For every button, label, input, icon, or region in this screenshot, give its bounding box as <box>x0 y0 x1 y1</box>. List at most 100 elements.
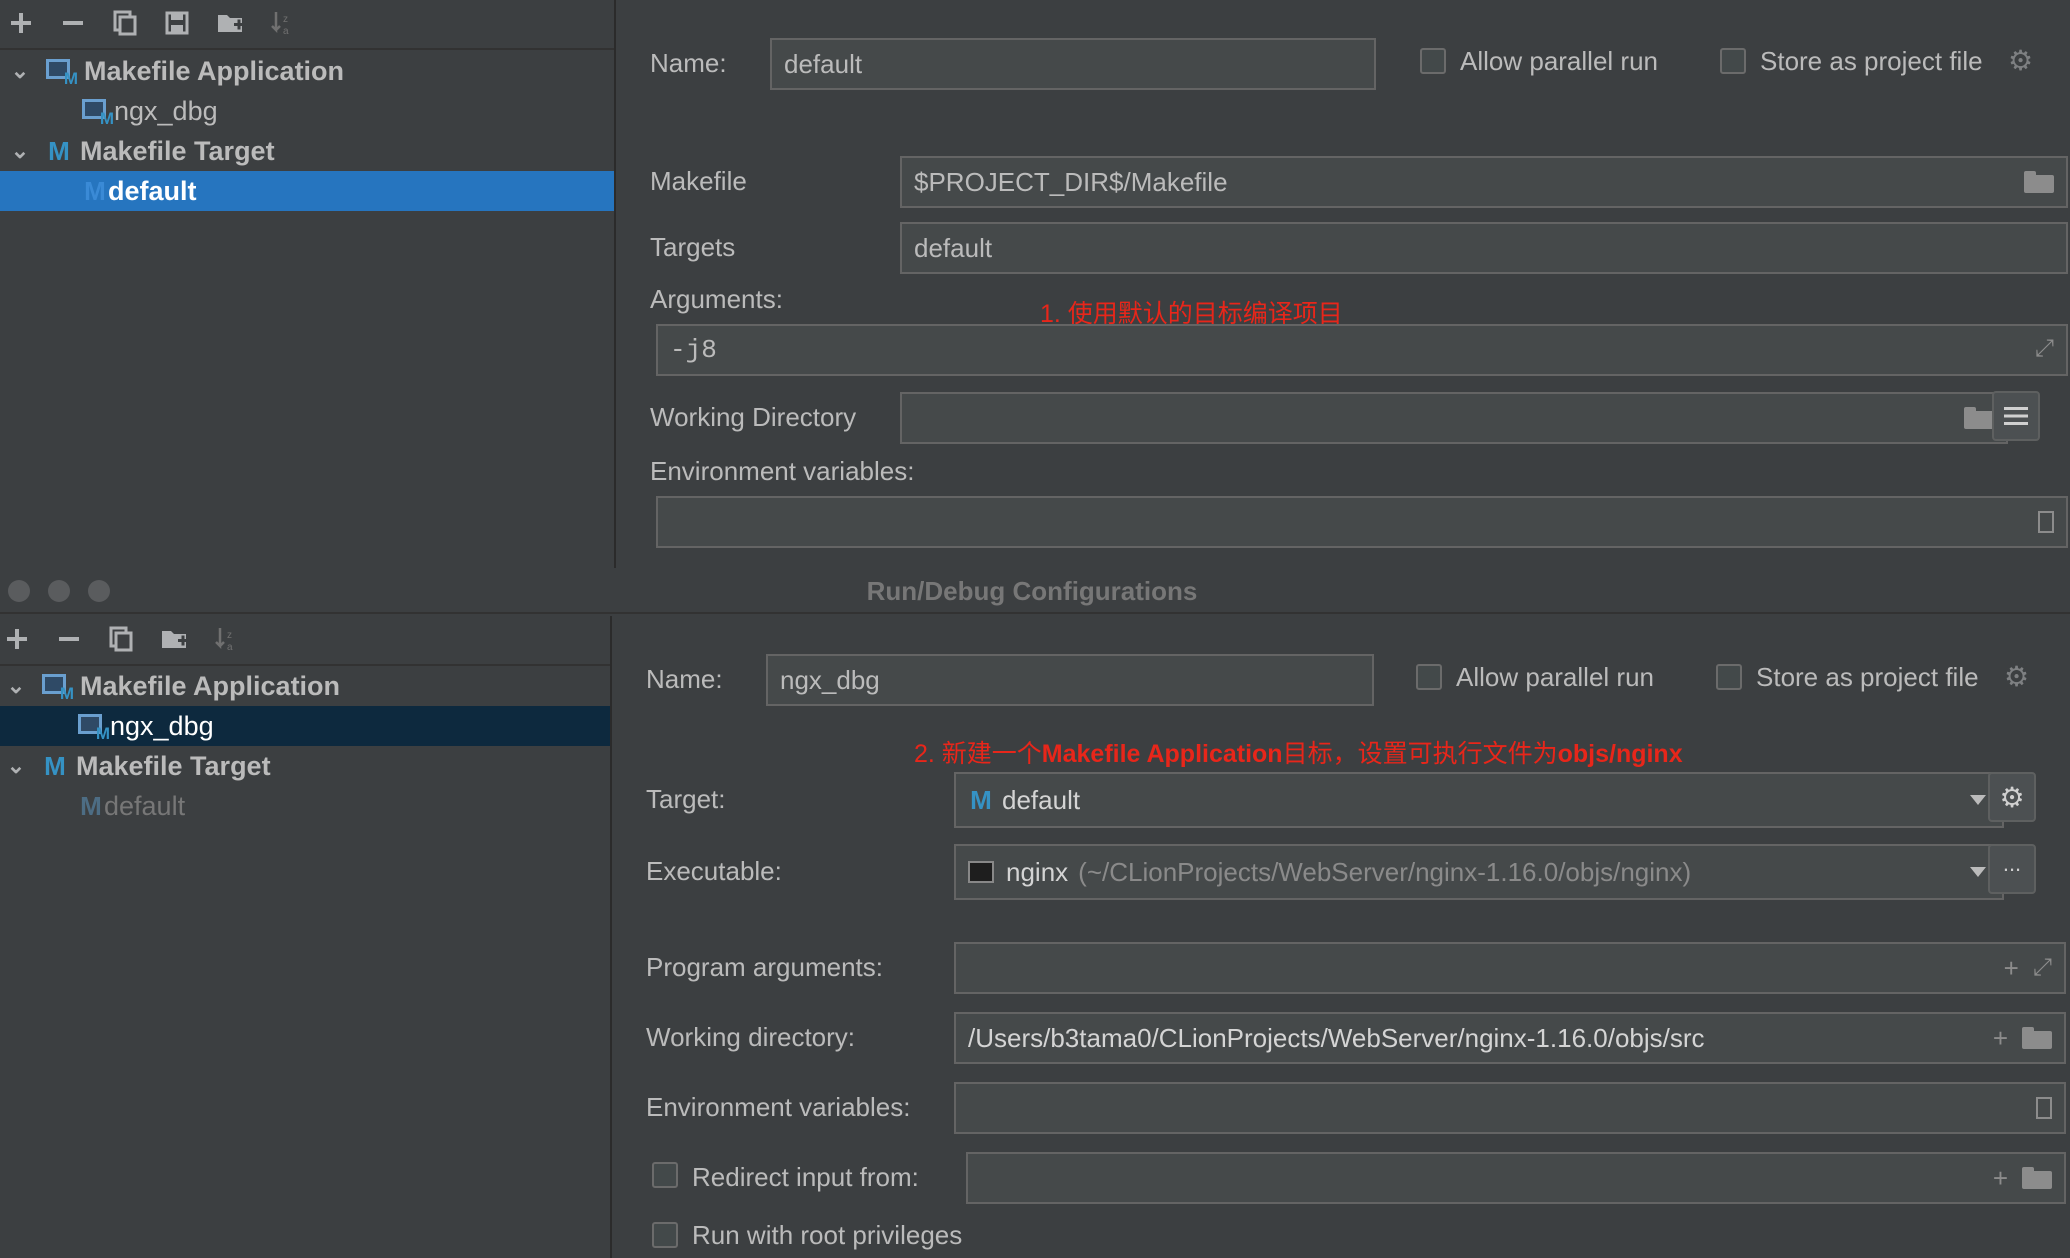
allow-parallel-checkbox[interactable] <box>1420 48 1446 74</box>
add-icon[interactable] <box>0 622 34 656</box>
working-directory-label: Working directory: <box>646 1022 856 1052</box>
annotation-2: 2. 新建一个Makefile Application目标，设置可执行文件为ob… <box>914 734 1683 770</box>
chevron-down-icon <box>1970 795 1986 805</box>
redirect-input-checkbox[interactable] <box>652 1162 678 1188</box>
toolbar-divider <box>0 48 614 50</box>
plus-icon[interactable]: + <box>1993 1023 2008 1054</box>
makefile-icon: M <box>44 750 66 781</box>
save-icon[interactable] <box>160 6 194 40</box>
tree-label: Makefile Application <box>80 670 341 701</box>
environment-variables-input[interactable] <box>954 1082 2066 1134</box>
chevron-down-icon[interactable]: ⌄ <box>0 753 32 779</box>
makefile-value: $PROJECT_DIR$/Makefile <box>914 166 1228 197</box>
target-value: default <box>1002 784 1081 815</box>
working-directory-input[interactable] <box>900 392 2008 444</box>
tree-group-makefile-target[interactable]: ⌄ M Makefile Target <box>0 746 610 786</box>
targets-label: Targets <box>650 232 736 262</box>
store-project-label: Store as project file <box>1760 46 1983 76</box>
working-directory-value: /Users/b3tama0/CLionProjects/WebServer/n… <box>968 1022 1705 1053</box>
arguments-label: Arguments: <box>650 284 783 314</box>
program-arguments-label: Program arguments: <box>646 952 883 982</box>
remove-icon[interactable] <box>52 622 86 656</box>
top-config-form: Name: default Allow parallel run Store a… <box>618 0 2070 568</box>
copy-icon[interactable] <box>104 622 138 656</box>
tree-label: Makefile Application <box>84 55 345 86</box>
plus-icon[interactable]: + <box>2004 953 2019 984</box>
folder-icon[interactable] <box>2024 171 2054 193</box>
makefile-label: Makefile <box>650 166 747 196</box>
bottom-config-form: Name: ngx_dbg Allow parallel run Store a… <box>614 616 2070 1258</box>
tree-label: Makefile Target <box>76 750 271 781</box>
environment-variables-label: Environment variables: <box>650 456 915 486</box>
document-icon[interactable] <box>2036 1097 2052 1119</box>
new-folder-icon[interactable] <box>158 622 192 656</box>
annotation-bold-2: objs/nginx <box>1557 740 1683 768</box>
name-input[interactable]: ngx_dbg <box>766 654 1374 706</box>
chevron-down-icon[interactable]: ⌄ <box>4 58 36 84</box>
folder-icon[interactable] <box>2022 1167 2052 1189</box>
tree-group-makefile-application[interactable]: ⌄ M Makefile Application <box>0 51 614 91</box>
tree-group-makefile-application[interactable]: ⌄ M Makefile Application <box>0 666 610 706</box>
document-icon[interactable] <box>2038 511 2054 533</box>
working-directory-input[interactable]: /Users/b3tama0/CLionProjects/WebServer/n… <box>954 1012 2066 1064</box>
makefile-icon: M <box>970 784 992 815</box>
tree-label: ngx_dbg <box>110 710 214 741</box>
macros-button[interactable] <box>1992 391 2040 441</box>
chevron-down-icon[interactable]: ⌄ <box>4 138 36 164</box>
arguments-value: -j8 <box>670 335 717 365</box>
gear-icon[interactable]: ⚙ <box>2008 44 2033 77</box>
target-settings-button[interactable]: ⚙ <box>1988 772 2036 822</box>
add-icon[interactable] <box>4 6 38 40</box>
program-arguments-input[interactable]: + ⤢ <box>954 942 2066 994</box>
makefile-icon: M <box>84 175 106 206</box>
environment-variables-input[interactable] <box>656 496 2068 548</box>
expand-icon[interactable]: ⤢ <box>2035 336 2054 364</box>
executable-label: Executable: <box>646 856 782 886</box>
more-label: ... <box>2002 851 2022 876</box>
allow-parallel-checkbox[interactable] <box>1416 664 1442 690</box>
folder-icon[interactable] <box>1964 407 1994 429</box>
browse-executable-button[interactable]: ... <box>1988 844 2036 894</box>
makefile-input[interactable]: $PROJECT_DIR$/Makefile <box>900 156 2068 208</box>
tree-item-ngx-dbg[interactable]: M ngx_dbg <box>0 91 614 131</box>
remove-icon[interactable] <box>56 6 90 40</box>
targets-input[interactable]: default <box>900 222 2068 274</box>
executable-dropdown[interactable]: nginx (~/CLionProjects/WebServer/nginx-1… <box>954 844 2004 900</box>
working-directory-label: Working Directory <box>650 402 857 432</box>
chevron-down-icon[interactable]: ⌄ <box>0 673 32 699</box>
redirect-input-label: Redirect input from: <box>692 1162 919 1192</box>
makefile-application-icon: M <box>82 97 114 128</box>
tree-item-ngx-dbg[interactable]: M ngx_dbg <box>0 706 610 746</box>
store-project-checkbox[interactable] <box>1716 664 1742 690</box>
store-project-checkbox[interactable] <box>1720 48 1746 74</box>
svg-text:a: a <box>227 642 233 652</box>
environment-variables-label: Environment variables: <box>646 1092 911 1122</box>
sort-icon[interactable]: za <box>266 6 300 40</box>
tree-label: ngx_dbg <box>114 95 218 126</box>
makefile-application-icon: M <box>42 672 74 703</box>
arguments-input[interactable]: -j8 ⤢ <box>656 324 2068 376</box>
name-input[interactable]: default <box>770 38 1376 90</box>
executable-path: (~/CLionProjects/WebServer/nginx-1.16.0/… <box>1078 856 1692 887</box>
store-project-label: Store as project file <box>1756 662 1979 692</box>
makefile-icon: M <box>48 135 70 166</box>
expand-icon[interactable]: ⤢ <box>2033 954 2052 982</box>
bottom-left-panel: za ⌄ M Makefile Application M ngx_dbg ⌄ … <box>0 616 612 1258</box>
new-folder-icon[interactable] <box>214 6 248 40</box>
tree-label: default <box>104 790 186 821</box>
makefile-application-icon: M <box>78 712 110 743</box>
copy-icon[interactable] <box>108 6 142 40</box>
plus-icon[interactable]: + <box>1993 1163 2008 1194</box>
terminal-icon <box>968 861 994 883</box>
target-dropdown[interactable]: M default <box>954 772 2004 828</box>
tree-item-default[interactable]: M default <box>0 171 614 211</box>
gear-icon[interactable]: ⚙ <box>2004 660 2029 693</box>
svg-text:z: z <box>283 14 288 25</box>
sort-icon[interactable]: za <box>210 622 244 656</box>
redirect-input-field[interactable]: + <box>966 1152 2066 1204</box>
tree-group-makefile-target[interactable]: ⌄ M Makefile Target <box>0 131 614 171</box>
annotation-bold-1: Makefile Application <box>1041 740 1283 768</box>
root-privileges-checkbox[interactable] <box>652 1222 678 1248</box>
tree-item-default[interactable]: M default <box>0 786 610 826</box>
folder-icon[interactable] <box>2022 1027 2052 1049</box>
